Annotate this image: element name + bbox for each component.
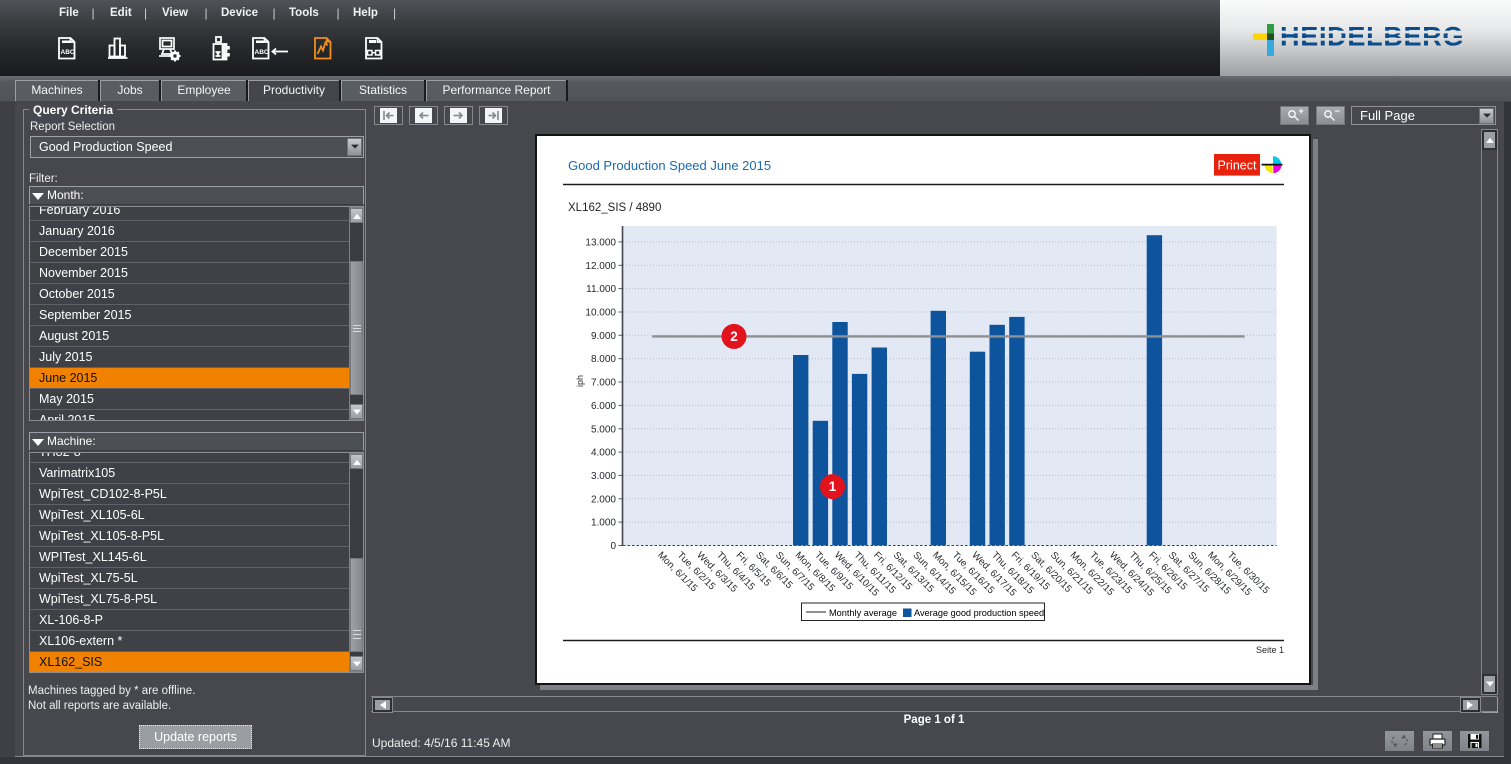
svg-text:11.000: 11.000: [586, 284, 616, 295]
svg-text:7.000: 7.000: [591, 378, 616, 389]
svg-text:−: −: [1335, 107, 1340, 116]
svg-text:Prinect: Prinect: [1218, 159, 1257, 173]
svg-text:4.000: 4.000: [591, 448, 616, 459]
svg-text:12.000: 12.000: [585, 261, 616, 272]
svg-text:Seite 1: Seite 1: [1256, 645, 1284, 655]
svg-text:0: 0: [610, 541, 616, 552]
svg-text:Monthly average: Monthly average: [829, 608, 897, 618]
svg-text:ABC: ABC: [61, 49, 75, 56]
svg-text:5.000: 5.000: [591, 424, 616, 435]
svg-text:2.000: 2.000: [591, 494, 616, 505]
svg-text:HEIDELBERG: HEIDELBERG: [1280, 22, 1464, 52]
svg-text:2: 2: [730, 329, 738, 344]
svg-text:+: +: [1299, 107, 1304, 116]
svg-text:ABC: ABC: [255, 49, 269, 56]
svg-text:10.000: 10.000: [585, 308, 616, 319]
svg-text:1: 1: [829, 479, 837, 494]
svg-text:XL162_SIS / 4890: XL162_SIS / 4890: [568, 202, 661, 214]
svg-text:3.000: 3.000: [591, 471, 616, 482]
svg-text:13.000: 13.000: [585, 237, 616, 248]
svg-text:6.000: 6.000: [591, 401, 616, 412]
svg-text:Average good production speed: Average good production speed: [914, 608, 1044, 618]
svg-text:9.000: 9.000: [591, 331, 616, 342]
svg-text:Good Production Speed June 201: Good Production Speed June 2015: [568, 158, 771, 173]
svg-text:1.000: 1.000: [591, 518, 616, 529]
svg-text:iph: iph: [575, 375, 585, 387]
svg-text:8.000: 8.000: [591, 354, 616, 365]
